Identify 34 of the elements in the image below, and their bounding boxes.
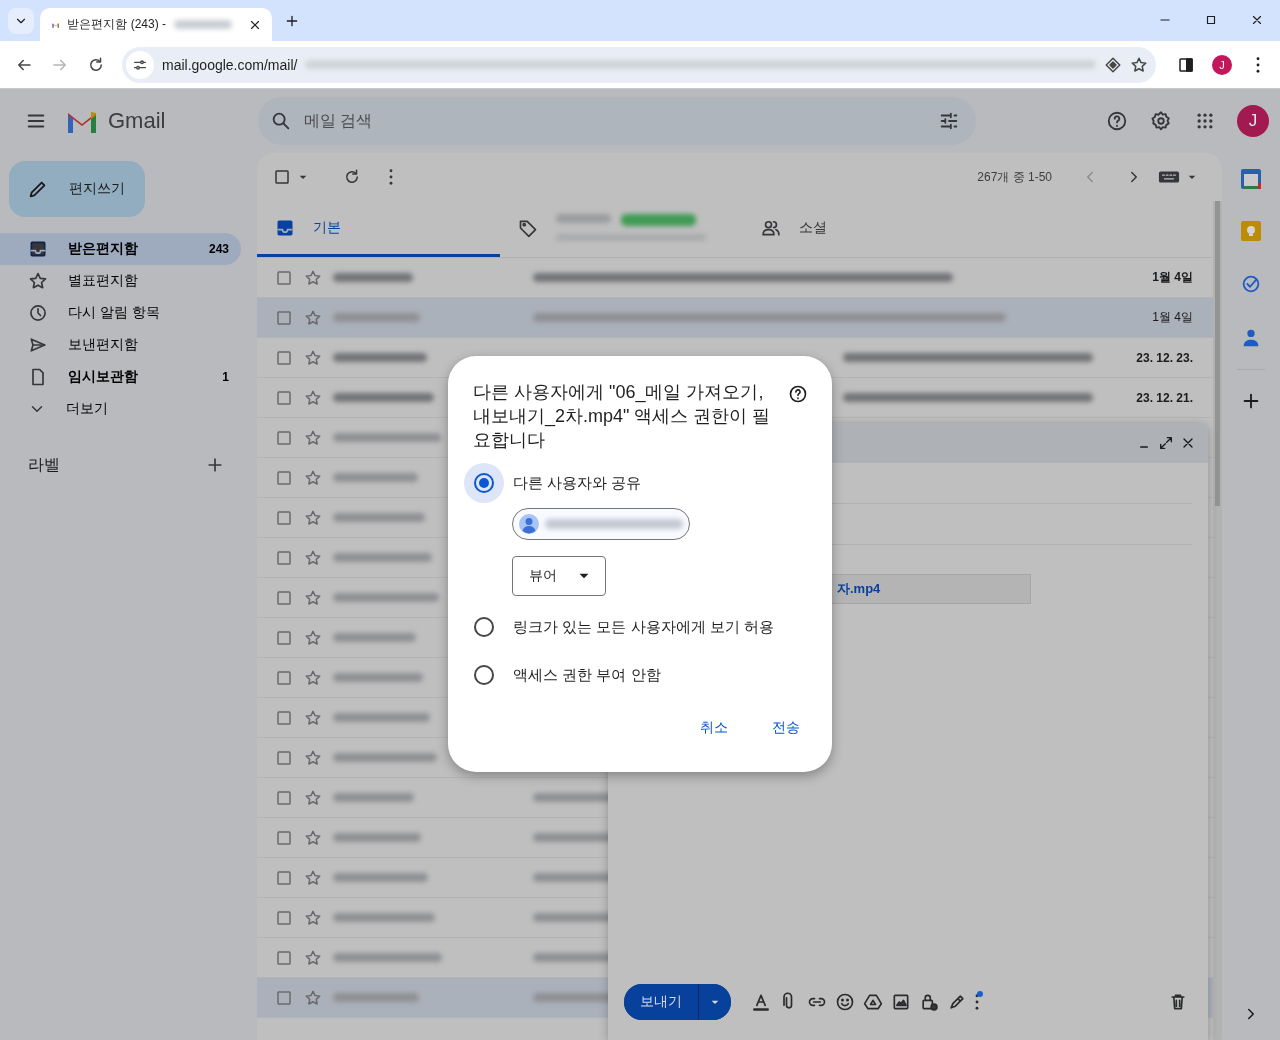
email-row[interactable]: 1월 4일 [257,298,1213,338]
send-button[interactable]: 보내기 [624,984,699,1020]
role-dropdown[interactable]: 뷰어 [512,556,606,596]
app-name: Gmail [108,108,166,134]
email-date: 23. 12. 23. [1135,350,1193,365]
search-field[interactable]: 메일 검색 [302,111,928,131]
email-date: 1월 4일 [1151,309,1193,326]
nav-item[interactable]: 별표편지함 [0,265,241,297]
nav-item[interactable]: 받은편지함 243 [0,233,241,265]
search-bar[interactable]: 메일 검색 [258,97,976,145]
nav-item[interactable]: 다시 알림 항목 [0,297,241,329]
count-label: 1 [222,370,229,384]
profile-button[interactable]: J [1206,48,1238,81]
labels-heading: 라벨 [28,454,60,475]
option-label: 액세스 권한 부여 안함 [513,665,661,685]
email-date: 23. 12. 21. [1135,390,1193,405]
nav-item[interactable]: 임시보관함 1 [0,361,241,393]
account-avatar[interactable]: J [1237,105,1269,137]
option-label: 다른 사용자와 공유 [513,473,642,493]
email-date: 1월 4일 [1151,269,1193,286]
nav-item[interactable]: 보낸편지함 [0,329,241,361]
option-label: 링크가 있는 모든 사용자에게 보기 허용 [513,617,774,637]
compose-button[interactable]: 편지쓰기 [9,161,145,217]
page-range: 267개 중 1-50 [977,168,1052,186]
cancel-button[interactable]: 취소 [688,710,740,746]
browser-tab[interactable]: 받은편지함 (243) - [40,8,272,41]
send-button[interactable]: 전송 [760,710,812,746]
url-text: mail.google.com/mail/ [162,56,298,73]
nav-item[interactable]: 더보기 [0,393,241,425]
tab-title: 받은편지함 (243) - [67,16,166,33]
category-tab[interactable]: 소셜 [743,201,986,257]
count-label: 243 [208,242,229,256]
address-bar[interactable]: mail.google.com/mail/ [122,46,1156,83]
category-tab[interactable]: 기본 [257,201,500,257]
